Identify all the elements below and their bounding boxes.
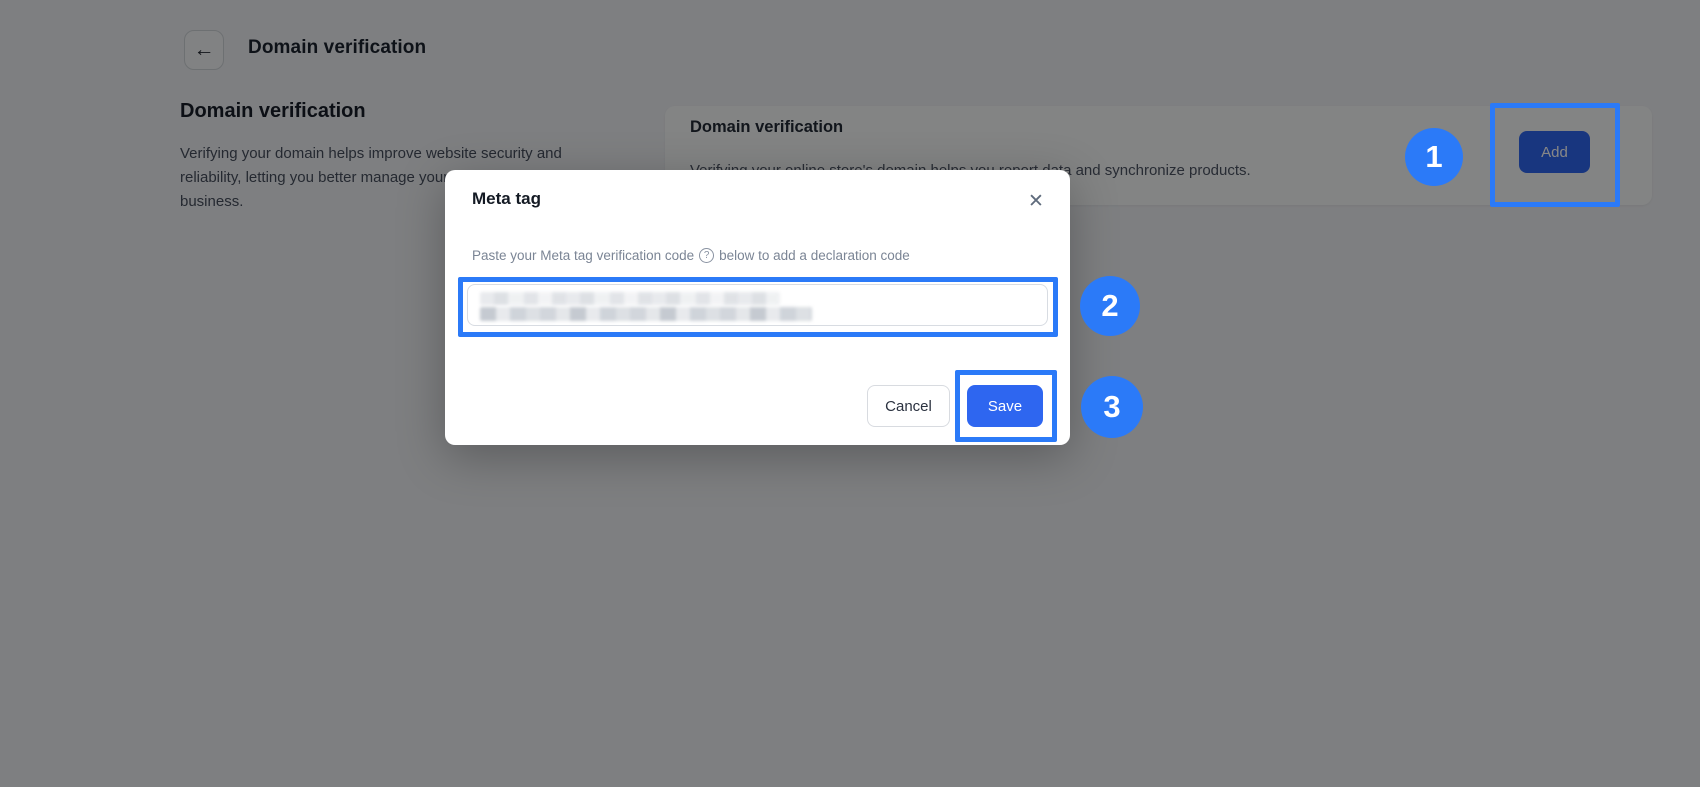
step-badge-3: 3 (1081, 376, 1143, 438)
helper-text-before: Paste your Meta tag verification code (472, 248, 694, 263)
modal-title: Meta tag (472, 189, 541, 209)
cancel-button[interactable]: Cancel (867, 385, 950, 427)
close-button[interactable]: ✕ (1023, 188, 1049, 214)
step-badge-2: 2 (1080, 276, 1140, 336)
screenshot-stage: ← Domain verification Domain verificatio… (0, 0, 1700, 787)
step-badge-1: 1 (1405, 128, 1463, 186)
highlight-box-add (1490, 103, 1620, 207)
highlight-box-input (458, 277, 1058, 337)
helper-text: Paste your Meta tag verification code ? … (472, 248, 910, 263)
highlight-box-save (955, 370, 1057, 442)
help-icon[interactable]: ? (699, 248, 714, 263)
close-icon: ✕ (1028, 190, 1044, 213)
helper-text-after: below to add a declaration code (719, 248, 910, 263)
